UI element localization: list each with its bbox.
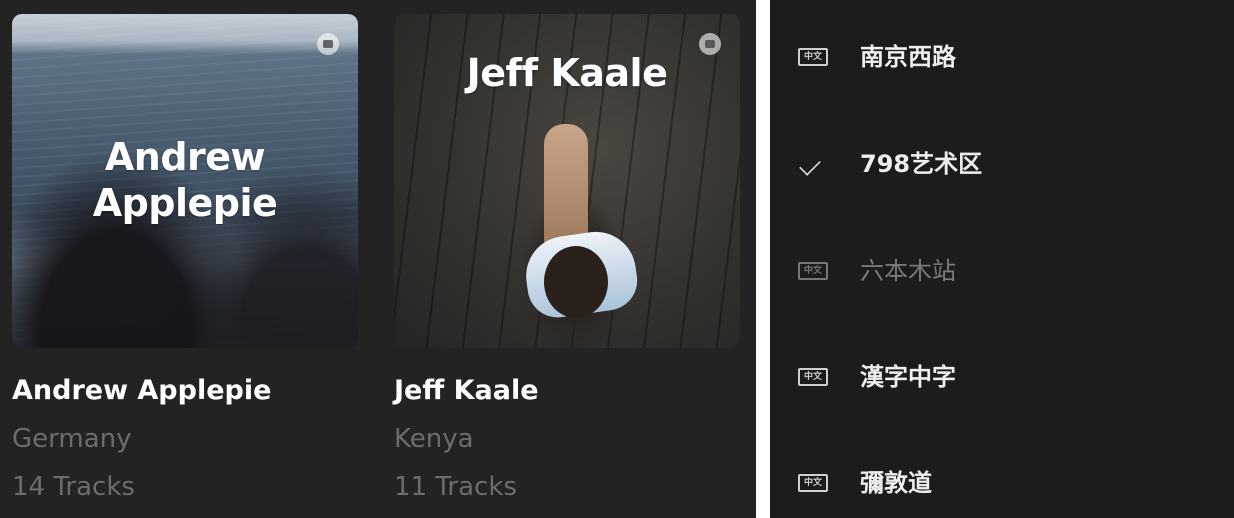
cover-photo-head	[544, 246, 608, 318]
menu-item-nanjing-west-road[interactable]: 中文 南京西路	[770, 27, 1234, 87]
album-cover[interactable]: Andrew Applepie	[12, 14, 358, 348]
artist-name[interactable]: Jeff Kaale	[394, 374, 740, 408]
camera-badge-icon	[317, 33, 339, 55]
artist-card-jeff-kaale[interactable]: Jeff Kaale Jeff Kaale Kenya 11 Tracks	[394, 14, 740, 504]
artist-grid: Andrew Applepie Andrew Applepie Germany …	[0, 0, 756, 518]
language-icon: 中文	[798, 474, 828, 492]
menu-item-label: 漢字中字	[860, 363, 956, 391]
camera-badge-icon	[699, 33, 721, 55]
cover-title: Andrew Applepie	[92, 135, 278, 225]
station-menu: 中文 南京西路 798艺术区 中文 六本木站 中文 漢字中字 中文 彌敦道	[770, 0, 1234, 518]
menu-item-hanzi[interactable]: 中文 漢字中字	[770, 347, 1234, 407]
artist-card-andrew-applepie[interactable]: Andrew Applepie Andrew Applepie Germany …	[12, 14, 358, 504]
artist-name[interactable]: Andrew Applepie	[12, 374, 358, 408]
track-count: 11 Tracks	[394, 472, 517, 502]
language-icon: 中文	[798, 262, 828, 280]
language-icon: 中文	[798, 368, 828, 386]
artist-country: Kenya	[394, 424, 474, 454]
track-count: 14 Tracks	[12, 472, 135, 502]
menu-item-label: 彌敦道	[860, 469, 932, 497]
album-cover[interactable]: Jeff Kaale	[394, 14, 740, 348]
menu-item-798-art-district[interactable]: 798艺术区	[770, 134, 1234, 194]
check-icon	[799, 154, 821, 176]
menu-item-label: 南京西路	[860, 43, 956, 71]
language-icon: 中文	[798, 48, 828, 66]
menu-item-label: 798艺术区	[860, 150, 983, 178]
menu-item-roppongi-station: 中文 六本木站	[770, 241, 1234, 301]
cover-title: Jeff Kaale	[466, 51, 668, 95]
menu-item-label: 六本木站	[860, 257, 956, 285]
artist-country: Germany	[12, 424, 132, 454]
menu-item-nathan-road[interactable]: 中文 彌敦道	[770, 453, 1234, 513]
